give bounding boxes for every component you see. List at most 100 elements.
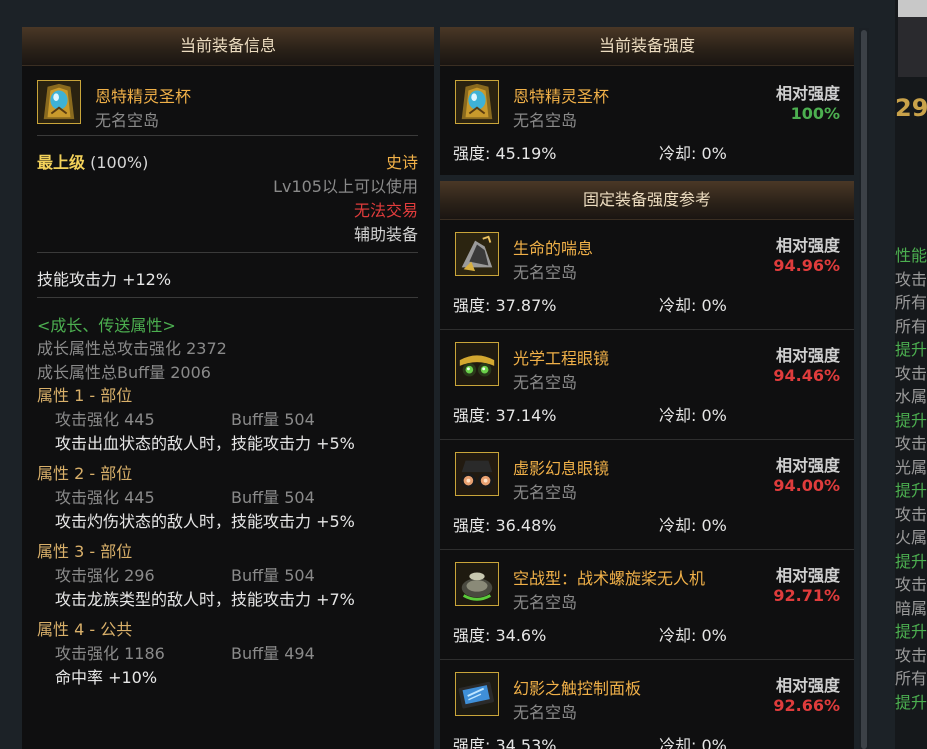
reference-item-source: 无名空岛 bbox=[513, 263, 578, 282]
relative-strength-label: 相对强度 bbox=[775, 84, 840, 103]
reference-item-name: 幻影之触控制面板 bbox=[513, 679, 642, 698]
reference-strength-header: 固定装备强度参考 bbox=[440, 181, 854, 220]
strength-value: 强度: 37.87% bbox=[453, 296, 557, 315]
attribute-title: 属性 1 - 部位 bbox=[37, 386, 133, 405]
reference-item-card[interactable]: 光学工程眼镜 无名空岛 相对强度 94.46% 强度: 37.14% 冷却: 0% bbox=[440, 329, 854, 440]
cooldown-value: 冷却: 0% bbox=[659, 736, 727, 749]
background-line: 攻击 bbox=[895, 645, 927, 665]
growth-total-buff: 成长属性总Buff量 2006 bbox=[37, 363, 211, 382]
attribute-buff: Buff量 494 bbox=[231, 644, 315, 663]
reference-item-name: 光学工程眼镜 bbox=[513, 349, 610, 368]
equipment-info-header: 当前装备信息 bbox=[22, 27, 434, 66]
current-strength-header: 当前装备强度 bbox=[440, 27, 854, 66]
attribute-title: 属性 4 - 公共 bbox=[37, 620, 133, 639]
background-line: 攻击 bbox=[895, 575, 927, 594]
relative-strength-value: 94.96% bbox=[773, 256, 840, 275]
background-line: 提升 bbox=[895, 551, 927, 571]
strength-value: 强度: 45.19% bbox=[453, 144, 557, 163]
reference-item-card[interactable]: 虚影幻息眼镜 无名空岛 相对强度 94.00% 强度: 36.48% 冷却: 0% bbox=[440, 439, 854, 550]
relative-strength-value: 94.00% bbox=[773, 476, 840, 495]
reference-item-source: 无名空岛 bbox=[513, 593, 578, 612]
goggles-icon bbox=[455, 342, 499, 386]
background-line: 提升 bbox=[895, 481, 927, 500]
cooldown-value: 冷却: 0% bbox=[659, 296, 727, 315]
current-strength-panel: 当前装备强度 恩特精灵圣杯 无名空岛 相对强度 100% 强度: 45.19% … bbox=[440, 27, 854, 175]
background-line: 水属 bbox=[895, 387, 927, 406]
attribute-buff: Buff量 504 bbox=[231, 566, 315, 585]
background-line: 所有 bbox=[895, 316, 927, 336]
chalice-icon bbox=[37, 80, 81, 124]
background-line: 光属 bbox=[895, 457, 927, 477]
relative-strength-label: 相对强度 bbox=[775, 346, 840, 365]
scrollbar-track[interactable] bbox=[859, 28, 869, 749]
equipment-slot: 辅助装备 bbox=[353, 225, 418, 244]
background-number: 295 bbox=[895, 94, 927, 122]
relative-strength-value: 92.66% bbox=[773, 696, 840, 715]
control-panel-icon bbox=[455, 672, 499, 716]
growth-header: <成长、传送属性> bbox=[37, 316, 176, 335]
relative-strength-label: 相对强度 bbox=[775, 456, 840, 475]
grade-label: 最上级 bbox=[37, 153, 86, 172]
reference-item-card[interactable]: 生命的喘息 无名空岛 相对强度 94.96% 强度: 37.87% 冷却: 0% bbox=[440, 219, 854, 330]
attribute-attack: 攻击强化 1186 bbox=[55, 644, 165, 663]
reference-item-name: 虚影幻息眼镜 bbox=[513, 459, 610, 478]
growth-total-attack: 成长属性总攻击强化 2372 bbox=[37, 339, 227, 358]
relative-strength-label: 相对强度 bbox=[775, 236, 840, 255]
reference-item-name: 空战型：战术螺旋桨无人机 bbox=[513, 569, 706, 588]
chalice-icon bbox=[455, 80, 499, 124]
level-requirement: Lv105以上可以使用 bbox=[273, 177, 418, 196]
relative-strength-value: 92.71% bbox=[773, 586, 840, 605]
scrollbar-thumb[interactable] bbox=[861, 30, 867, 749]
attribute-effect: 攻击出血状态的敌人时，技能攻击力 +5% bbox=[55, 434, 355, 453]
divider bbox=[37, 252, 418, 253]
strength-value: 强度: 37.14% bbox=[453, 406, 557, 425]
trade-status: 无法交易 bbox=[353, 201, 418, 220]
cooldown-value: 冷却: 0% bbox=[659, 144, 727, 163]
current-item-name: 恩特精灵圣杯 bbox=[513, 87, 610, 106]
attribute-buff: Buff量 504 bbox=[231, 410, 315, 429]
reference-item-source: 无名空岛 bbox=[513, 483, 578, 502]
background-line: 所有 bbox=[895, 293, 927, 312]
attribute-title: 属性 3 - 部位 bbox=[37, 542, 133, 561]
background-line: 所有 bbox=[895, 669, 927, 688]
reference-item-card[interactable]: 空战型：战术螺旋桨无人机 无名空岛 相对强度 92.71% 强度: 34.6% 冷却: 0… bbox=[440, 549, 854, 660]
background-line: 暗属 bbox=[895, 598, 927, 618]
drone-icon bbox=[455, 562, 499, 606]
strength-value: 强度: 34.6% bbox=[453, 626, 547, 645]
relative-strength-value: 100% bbox=[790, 104, 840, 123]
relative-strength-label: 相对强度 bbox=[775, 566, 840, 585]
attribute-attack: 攻击强化 445 bbox=[55, 488, 155, 507]
equipment-info-panel: 当前装备信息 恩特精灵圣杯 无名空岛 最上级 (100%) 史诗 Lv105以上… bbox=[22, 27, 434, 749]
background-line: 攻击 bbox=[895, 504, 927, 524]
background-top-bar bbox=[898, 17, 927, 77]
strength-value: 强度: 34.53% bbox=[453, 736, 557, 749]
relative-strength-value: 94.46% bbox=[773, 366, 840, 385]
grade-line: 最上级 (100%) bbox=[37, 149, 148, 173]
attribute-attack: 攻击强化 445 bbox=[55, 410, 155, 429]
cooldown-value: 冷却: 0% bbox=[659, 406, 727, 425]
item-name: 恩特精灵圣杯 bbox=[95, 87, 192, 106]
grade-percent: (100%) bbox=[90, 153, 149, 172]
skill-attack-stat: 技能攻击力 +12% bbox=[37, 270, 172, 289]
rarity: 史诗 bbox=[385, 153, 418, 172]
background-line: 攻击 bbox=[895, 269, 927, 289]
phantom-goggles-icon bbox=[455, 452, 499, 496]
attribute-effect: 命中率 +10% bbox=[55, 668, 158, 687]
relative-strength-label: 相对强度 bbox=[775, 676, 840, 695]
strength-value: 强度: 36.48% bbox=[453, 516, 557, 535]
background-line: 提升 bbox=[895, 692, 927, 712]
background-line: 攻击 bbox=[895, 434, 927, 453]
current-item-source: 无名空岛 bbox=[513, 111, 578, 130]
reference-strength-panel: 固定装备强度参考 生命的喘息 无名空岛 相对强度 94.96% 强度: 37.87% 冷却… bbox=[440, 181, 854, 749]
background-line: 提升 bbox=[895, 410, 927, 430]
item-source: 无名空岛 bbox=[95, 111, 160, 130]
reference-item-source: 无名空岛 bbox=[513, 373, 578, 392]
attribute-title: 属性 2 - 部位 bbox=[37, 464, 133, 483]
reference-item-source: 无名空岛 bbox=[513, 703, 578, 722]
reference-item-card[interactable]: 幻影之触控制面板 无名空岛 相对强度 92.66% 强度: 34.53% 冷却: 0% bbox=[440, 659, 854, 749]
background-line: 性能 bbox=[895, 246, 927, 265]
background-strip: 295 性能攻击所有所有提升攻击水属提升攻击光属提升攻击火属提升攻击暗属提升攻击… bbox=[895, 0, 927, 749]
background-top-box bbox=[898, 0, 927, 17]
background-line: 提升 bbox=[895, 622, 927, 641]
attribute-buff: Buff量 504 bbox=[231, 488, 315, 507]
